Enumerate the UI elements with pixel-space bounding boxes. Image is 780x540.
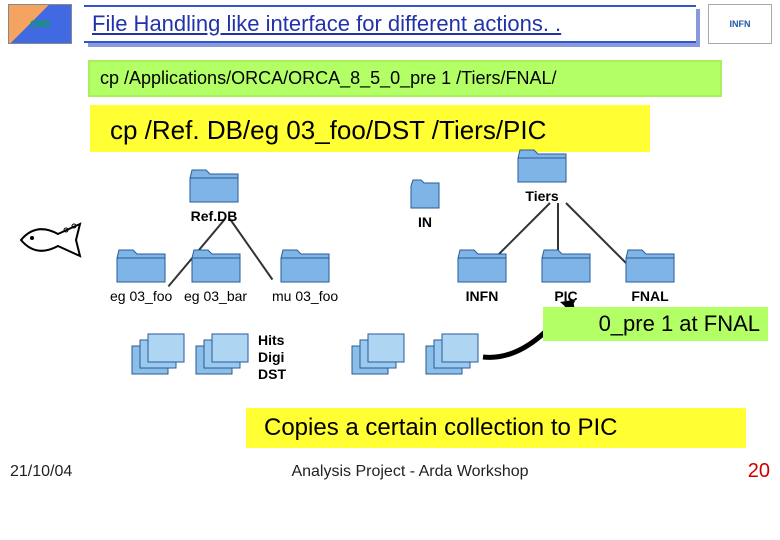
footer-date: 21/10/04 xyxy=(10,463,72,481)
footer-page: 20 xyxy=(748,460,770,483)
yellow-caption: Copies a certain collection to PIC xyxy=(246,408,746,448)
cms-logo: CMS xyxy=(8,4,72,44)
green-command-bar: cp /Applications/ORCA/ORCA_8_5_0_pre 1 /… xyxy=(90,62,720,95)
title-band: File Handling like interface for differe… xyxy=(84,5,696,43)
command-text-1: cp /Applications/ORCA/ORCA_8_5_0_pre 1 /… xyxy=(100,68,557,88)
folder-in-partial: IN xyxy=(410,178,440,230)
footer-center: Analysis Project - Arda Workshop xyxy=(72,463,747,481)
green-partial-label: 0_pre 1 at FNAL xyxy=(543,307,768,341)
folder-icon xyxy=(624,246,676,286)
folder-icon xyxy=(279,246,331,286)
folder-icon xyxy=(456,246,508,286)
stack-right-2 xyxy=(424,332,480,382)
folder-icon xyxy=(188,166,240,206)
folder-fnal: FNAL xyxy=(624,246,676,304)
folder-label: IN xyxy=(410,214,440,230)
stack-label-dst: DST xyxy=(258,366,286,383)
stack-label-hits: Hits xyxy=(258,332,286,349)
folder-icon xyxy=(410,178,440,212)
stack-label-digi: Digi xyxy=(258,349,286,366)
command-text-2: cp /Ref. DB/eg 03_foo/DST /Tiers/PIC xyxy=(110,115,546,145)
stack-icon xyxy=(194,332,250,380)
cms-logo-label: CMS xyxy=(30,19,50,29)
header: CMS File Handling like interface for dif… xyxy=(0,0,780,46)
folder-label: mu 03_foo xyxy=(272,288,338,304)
caption-text: Copies a certain collection to PIC xyxy=(264,414,618,441)
folder-label: FNAL xyxy=(624,288,676,304)
folder-eg03-foo: eg 03_foo xyxy=(110,246,172,304)
folder-eg03-bar: eg 03_bar xyxy=(184,246,247,304)
folder-icon xyxy=(516,146,568,186)
slide-title: File Handling like interface for differe… xyxy=(92,11,688,37)
infn-logo: INFN xyxy=(708,4,772,44)
yellow-command-bar: cp /Ref. DB/eg 03_foo/DST /Tiers/PIC xyxy=(90,105,650,152)
folder-label: Tiers xyxy=(516,188,568,204)
footer: 21/10/04 Analysis Project - Arda Worksho… xyxy=(0,454,780,487)
folder-icon xyxy=(540,246,592,286)
folder-label: Ref.DB xyxy=(188,208,240,224)
folder-refdb: Ref.DB xyxy=(188,166,240,224)
folder-tiers: Tiers xyxy=(516,146,568,204)
fish-icon xyxy=(16,220,86,269)
folder-icon xyxy=(115,246,167,286)
folder-label: eg 03_bar xyxy=(184,288,247,304)
stack-labels: Hits Digi DST xyxy=(258,332,286,382)
collection-stack-block: Hits Digi DST xyxy=(130,332,286,382)
folder-mu03-foo: mu 03_foo xyxy=(272,246,338,304)
diagram-stage: Ref.DB IN Tiers eg 03_foo eg 03_bar mu 0… xyxy=(10,152,770,402)
folder-label: eg 03_foo xyxy=(110,288,172,304)
green-partial-text: 0_pre 1 at FNAL xyxy=(599,311,760,336)
stack-right-1 xyxy=(350,332,406,382)
stack-icon xyxy=(350,332,406,380)
stack-icon xyxy=(424,332,480,380)
infn-logo-label: INFN xyxy=(730,19,751,29)
stack-icon xyxy=(130,332,186,380)
folder-icon xyxy=(190,246,242,286)
